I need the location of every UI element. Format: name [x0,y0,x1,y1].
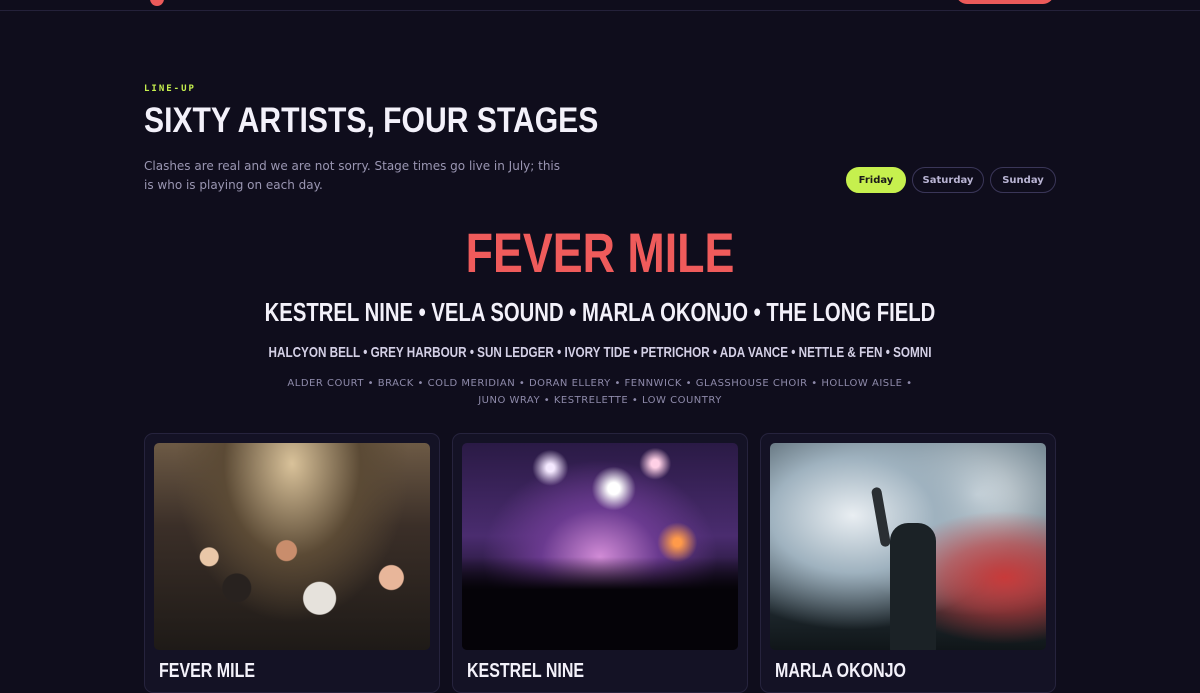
artist-card-marla-okonjo[interactable]: MARLA OKONJO [760,433,1056,693]
tab-friday[interactable]: Friday [846,167,906,193]
artist-card-kestrel-nine[interactable]: KESTREL NINE [452,433,748,693]
crowd-silhouette [462,556,738,650]
performer-silhouette [890,523,936,650]
lineup-section: LINE-UP SIXTY ARTISTS, FOUR STAGES Clash… [144,0,1056,693]
artist-cards: FEVER MILE KESTREL NINE MARLA OKONJO [144,433,1056,693]
tab-saturday[interactable]: Saturday [912,167,984,193]
tab-sunday[interactable]: Sunday [990,167,1056,193]
lineup-tier-4: ALDER COURT • BRACK • COLD MERIDIAN • DO… [287,378,913,406]
artist-photo [154,443,430,650]
raised-arm [870,486,892,548]
artist-card-fever-mile[interactable]: FEVER MILE [144,433,440,693]
day-tabs: Friday Saturday Sunday [846,167,1056,193]
section-description: Clashes are real and we are not sorry. S… [144,159,561,192]
lineup-tier-2: KESTREL NINE • VELA SOUND • MARLA OKONJO… [264,297,936,327]
lineup-tier-3: HALCYON BELL • GREY HARBOUR • SUN LEDGER… [268,344,932,361]
artist-card-title: MARLA OKONJO [775,660,906,682]
section-title: SIXTY ARTISTS, FOUR STAGES [144,101,599,140]
artist-card-title: FEVER MILE [159,660,256,682]
artist-photo [462,443,738,650]
artist-card-title: KESTREL NINE [467,660,585,682]
section-eyebrow: LINE-UP [144,84,196,94]
headliner-name: FEVER MILE [465,221,735,284]
artist-photo [770,443,1046,650]
